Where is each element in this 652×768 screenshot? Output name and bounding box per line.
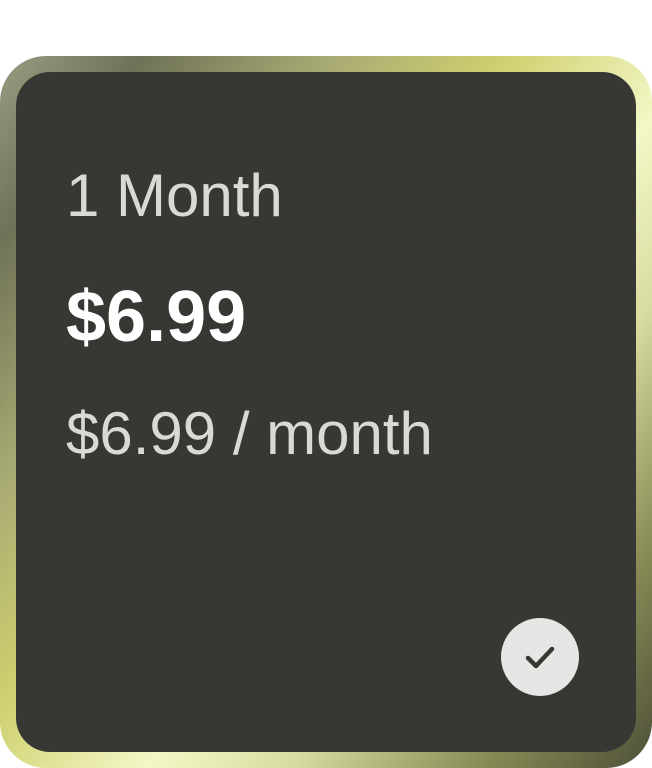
plan-card-border[interactable]: 1 Month $6.99 $6.99 / month [0,56,652,768]
plan-price-per-month: $6.99 / month [66,400,433,467]
selected-check-button[interactable] [501,618,579,696]
plan-price: $6.99 [66,277,247,357]
plan-name: 1 Month [66,162,283,229]
check-icon [525,646,555,669]
plan-card[interactable]: 1 Month $6.99 $6.99 / month [16,72,636,752]
